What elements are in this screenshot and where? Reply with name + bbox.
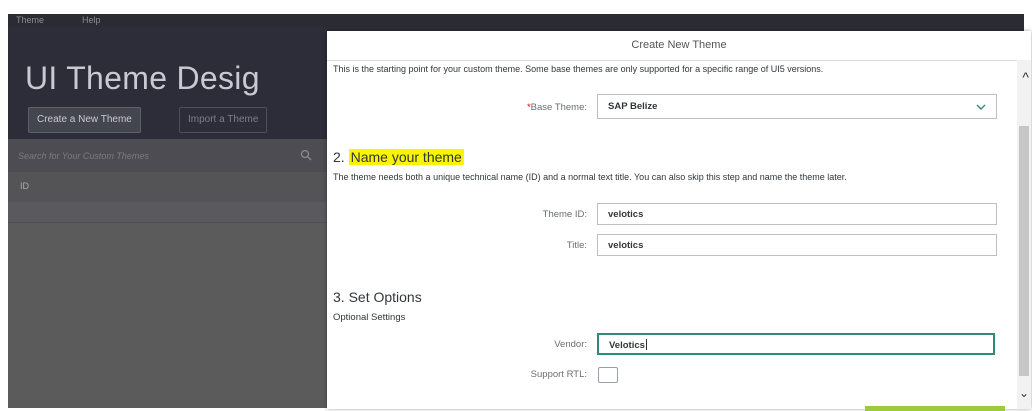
title-value: velotics <box>608 240 644 251</box>
create-theme-button[interactable]: Create a New Theme <box>28 107 141 133</box>
accent-strip <box>865 406 1005 411</box>
theme-id-value: velotics <box>608 209 644 220</box>
base-theme-label: *Base Theme: <box>526 102 587 113</box>
text-cursor <box>645 339 647 350</box>
search-icon[interactable] <box>300 149 312 161</box>
optional-settings-label: Optional Settings <box>333 312 406 323</box>
base-theme-select[interactable]: SAP Belize <box>597 94 997 119</box>
chevron-down-icon[interactable] <box>976 102 986 112</box>
menu-theme[interactable]: Theme <box>16 15 44 25</box>
support-rtl-label: Support RTL: <box>530 369 587 380</box>
vendor-value: Velotics <box>609 339 647 351</box>
create-theme-dialog: Create New Theme This is the starting po… <box>327 31 1031 409</box>
vendor-label: Vendor: <box>554 339 587 350</box>
dialog-title: Create New Theme <box>327 31 1031 61</box>
title-label: Title: <box>566 240 587 251</box>
scroll-thumb[interactable] <box>1019 126 1029 376</box>
import-theme-button[interactable]: Import a Theme <box>179 107 268 133</box>
theme-id-field[interactable]: velotics <box>597 203 997 225</box>
section-name-heading: 2. Name your theme <box>333 149 464 165</box>
menu-bar: Theme Help <box>8 14 1024 27</box>
base-theme-value: SAP Belize <box>608 101 658 112</box>
id-column-header: ID <box>20 181 29 191</box>
app-title: UI Theme Desig <box>25 60 260 96</box>
scroll-down-icon[interactable]: ⌄ <box>1019 386 1029 400</box>
menu-help[interactable]: Help <box>82 15 101 25</box>
search-input[interactable]: Search for Your Custom Themes <box>18 151 149 161</box>
section-name-description: The theme needs both a unique technical … <box>333 172 847 182</box>
support-rtl-checkbox[interactable] <box>598 367 618 383</box>
section-options-heading: 3. Set Options <box>333 289 422 305</box>
intro-text: This is the starting point for your cust… <box>333 64 824 74</box>
theme-id-label: Theme ID: <box>542 209 587 220</box>
title-field[interactable]: velotics <box>597 234 997 256</box>
vendor-field[interactable]: Velotics <box>597 333 995 355</box>
highlighted-heading: Name your theme <box>348 149 464 165</box>
scroll-up-icon[interactable]: ^ <box>1022 69 1029 85</box>
